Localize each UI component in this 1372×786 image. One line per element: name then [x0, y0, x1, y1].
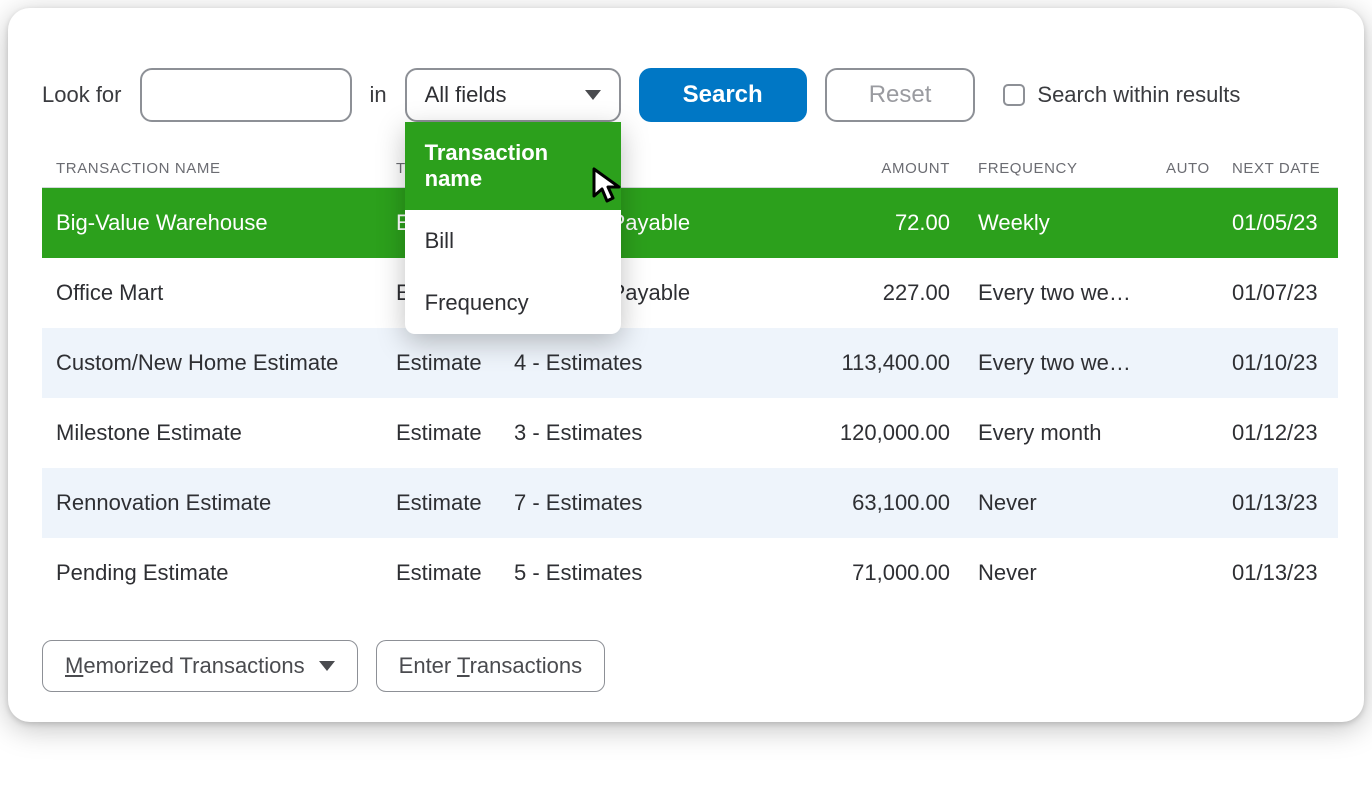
transactions-table: TRANSACTION NAME TYPE ACCOUNT AMOUNT FRE… — [42, 150, 1338, 608]
field-select-wrap: All fields Transaction nameBillFrequency — [405, 68, 621, 122]
cell-frequency: Never — [964, 468, 1152, 538]
cell-nextDate: 01/10/23 — [1218, 328, 1338, 398]
cell-amount: 71,000.00 — [768, 538, 964, 608]
cell-name: Rennovation Estimate — [42, 468, 382, 538]
memorized-transactions-button-label: Memorized Transactions — [65, 653, 305, 679]
cell-frequency: Every two weeks — [964, 328, 1152, 398]
search-within-results-checkbox[interactable] — [1003, 84, 1025, 106]
cell-type: Estimate — [382, 468, 500, 538]
dropdown-item[interactable]: Frequency — [405, 272, 621, 334]
dropdown-item[interactable]: Bill — [405, 210, 621, 272]
transactions-table-wrap: TRANSACTION NAME TYPE ACCOUNT AMOUNT FRE… — [8, 150, 1364, 608]
cell-type: Estimate — [382, 538, 500, 608]
cell-frequency: Every two weeks — [964, 258, 1152, 328]
reset-button[interactable]: Reset — [825, 68, 976, 122]
cell-auto — [1152, 398, 1218, 468]
dropdown-item[interactable]: Transaction name — [405, 122, 621, 210]
cell-account: 7 - Estimates — [500, 468, 768, 538]
search-within-results-label: Search within results — [1037, 82, 1240, 108]
cell-amount: 227.00 — [768, 258, 964, 328]
search-input[interactable] — [140, 68, 352, 122]
cell-type: Estimate — [382, 328, 500, 398]
enter-transactions-button[interactable]: Enter Transactions — [376, 640, 605, 692]
field-select-dropdown: Transaction nameBillFrequency — [405, 122, 621, 334]
col-name[interactable]: TRANSACTION NAME — [42, 150, 382, 188]
cell-nextDate: 01/12/23 — [1218, 398, 1338, 468]
cell-nextDate: 01/05/23 — [1218, 188, 1338, 259]
memorized-transactions-button[interactable]: Memorized Transactions — [42, 640, 358, 692]
col-auto[interactable]: AUTO — [1152, 150, 1218, 188]
cell-name: Big-Value Warehouse — [42, 188, 382, 259]
table-header-row: TRANSACTION NAME TYPE ACCOUNT AMOUNT FRE… — [42, 150, 1338, 188]
memorized-transactions-window: Look for in All fields Transaction nameB… — [8, 8, 1364, 722]
cell-amount: 113,400.00 — [768, 328, 964, 398]
cell-account: 3 - Estimates — [500, 398, 768, 468]
cell-name: Office Mart — [42, 258, 382, 328]
cell-auto — [1152, 468, 1218, 538]
cell-nextDate: 01/13/23 — [1218, 468, 1338, 538]
cell-auto — [1152, 258, 1218, 328]
table-row[interactable]: Rennovation EstimateEstimate7 - Estimate… — [42, 468, 1338, 538]
col-next-date[interactable]: NEXT DATE — [1218, 150, 1338, 188]
cell-account: 4 - Estimates — [500, 328, 768, 398]
table-row[interactable]: Milestone EstimateEstimate3 - Estimates1… — [42, 398, 1338, 468]
cell-name: Milestone Estimate — [42, 398, 382, 468]
search-button[interactable]: Search — [639, 68, 807, 122]
chevron-down-icon — [585, 90, 601, 100]
table-row[interactable]: Big-Value WarehouseEstimateAccounts Paya… — [42, 188, 1338, 259]
cell-account: 5 - Estimates — [500, 538, 768, 608]
cell-name: Custom/New Home Estimate — [42, 328, 382, 398]
cell-frequency: Every month — [964, 398, 1152, 468]
col-amount[interactable]: AMOUNT — [768, 150, 964, 188]
in-label: in — [370, 82, 387, 108]
field-select-value: All fields — [425, 82, 507, 108]
cell-type: Estimate — [382, 398, 500, 468]
cell-nextDate: 01/07/23 — [1218, 258, 1338, 328]
cell-amount: 63,100.00 — [768, 468, 964, 538]
cell-auto — [1152, 538, 1218, 608]
search-bar: Look for in All fields Transaction nameB… — [8, 8, 1364, 150]
col-frequency[interactable]: FREQUENCY — [964, 150, 1152, 188]
table-row[interactable]: Office MartEstimateAccounts Payable227.0… — [42, 258, 1338, 328]
cell-frequency: Never — [964, 538, 1152, 608]
cell-amount: 120,000.00 — [768, 398, 964, 468]
enter-transactions-button-label: Enter Transactions — [399, 653, 582, 679]
search-within-results-wrap[interactable]: Search within results — [1003, 82, 1240, 108]
footer-buttons: Memorized Transactions Enter Transaction… — [8, 608, 1364, 692]
cell-frequency: Weekly — [964, 188, 1152, 259]
cell-auto — [1152, 328, 1218, 398]
cell-auto — [1152, 188, 1218, 259]
cell-nextDate: 01/13/23 — [1218, 538, 1338, 608]
field-select[interactable]: All fields — [405, 68, 621, 122]
chevron-down-icon — [319, 661, 335, 671]
cell-name: Pending Estimate — [42, 538, 382, 608]
cell-amount: 72.00 — [768, 188, 964, 259]
table-row[interactable]: Custom/New Home EstimateEstimate4 - Esti… — [42, 328, 1338, 398]
table-row[interactable]: Pending EstimateEstimate5 - Estimates71,… — [42, 538, 1338, 608]
look-for-label: Look for — [42, 82, 122, 108]
